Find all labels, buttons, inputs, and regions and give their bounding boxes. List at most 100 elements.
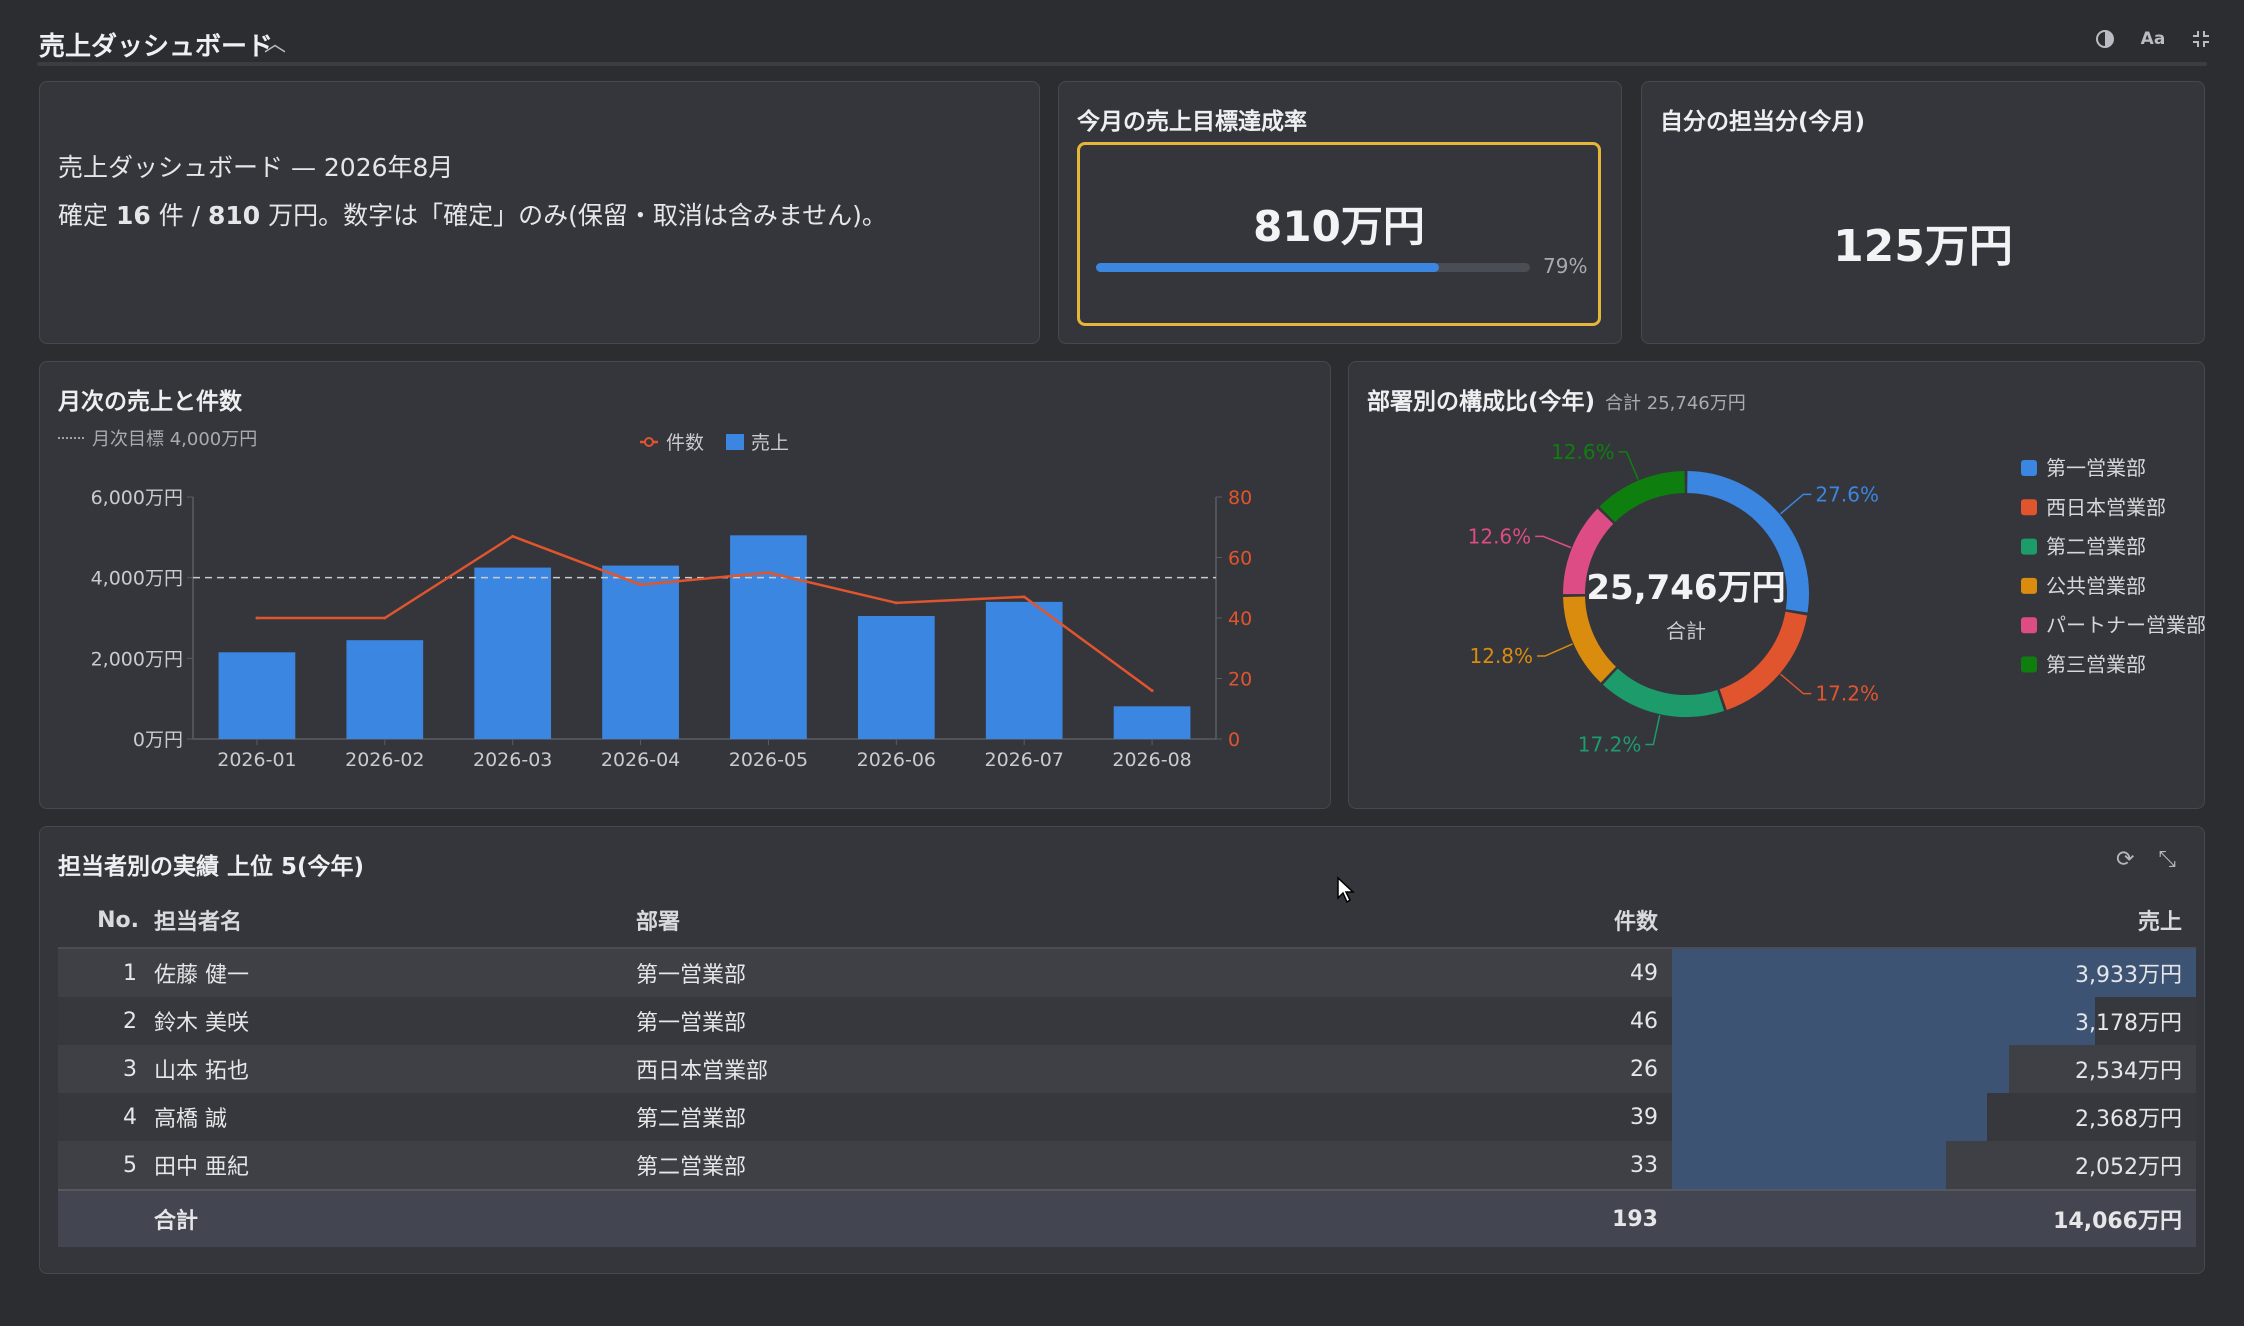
monthly-bar-line-chart: 0万円 2,000万円 4,000万円 6,000万円 0 20 40 60 80 2026-01… bbox=[91, 432, 1253, 771]
monthly-chart-card: 月次の売上と件数 月次目標 4,000万円 0万円 2,000万円 4,000万円 6… bbox=[39, 361, 1331, 809]
row-no: 2 bbox=[58, 997, 153, 1045]
col-dept[interactable]: 部署 bbox=[635, 893, 1237, 949]
y-left-tick-label: 4,000万円 bbox=[91, 568, 183, 590]
contrast-icon[interactable] bbox=[2092, 26, 2118, 52]
summary-prefix: 確定 bbox=[58, 201, 116, 230]
x-tick-label: 2026-06 bbox=[857, 749, 936, 771]
mouse-cursor-icon bbox=[1337, 876, 1355, 904]
total-dept-spacer bbox=[635, 1189, 1237, 1247]
font-size-icon[interactable]: Aa bbox=[2140, 26, 2166, 52]
department-share-subtitle: 合計 25,746万円 bbox=[1605, 393, 1746, 414]
donut-slice-label: 12.6% bbox=[1468, 524, 1532, 548]
chevron-up-icon[interactable]: ︿ bbox=[264, 26, 286, 58]
donut-leader-line bbox=[1535, 535, 1572, 549]
header-divider bbox=[37, 62, 2207, 66]
y-left-tick-label: 0万円 bbox=[133, 729, 183, 751]
count-point bbox=[383, 616, 387, 620]
my-share-card: 自分の担当分(今月) 125万円 bbox=[1641, 81, 2205, 344]
summary-note: 万円。数字は「確定」のみ(保留・取消は含みません)。 bbox=[260, 201, 887, 230]
target-value: 810万円 bbox=[1253, 202, 1425, 251]
summary-text: 確定 16 件 / 810 万円。数字は「確定」のみ(保留・取消は含みません)。 bbox=[58, 196, 887, 232]
row-name: 田中 亜紀 bbox=[153, 1141, 635, 1190]
sales-bar bbox=[730, 535, 807, 739]
row-count: 39 bbox=[1237, 1093, 1672, 1141]
row-sales: 2,534万円 bbox=[1672, 1045, 2196, 1093]
count-point bbox=[511, 534, 515, 538]
donut-slice bbox=[1719, 611, 1808, 711]
top-reps-card: 担当者別の実績 上位 5(今年) ⟳ ⤡ No. 担当者名 部署 件数 売上 1… bbox=[39, 826, 2205, 1274]
row-dept: 第一営業部 bbox=[635, 948, 1237, 997]
donut-leader-line bbox=[1537, 643, 1573, 657]
donut-center-value: 25,746万円 bbox=[1586, 568, 1785, 608]
collapse-screen-icon[interactable] bbox=[2188, 26, 2214, 52]
target-rate-title: 今月の売上目標達成率 bbox=[1077, 109, 1307, 135]
donut-leader-line bbox=[1780, 493, 1812, 515]
count-point bbox=[1150, 689, 1154, 693]
table-header-row: No. 担当者名 部署 件数 売上 bbox=[58, 893, 2196, 949]
summary-unit: 件 / bbox=[150, 201, 209, 230]
col-count[interactable]: 件数 bbox=[1237, 893, 1672, 949]
count-point bbox=[766, 571, 770, 575]
row-count: 49 bbox=[1237, 948, 1672, 997]
donut-leader-line bbox=[1645, 715, 1661, 746]
dotted-line-icon bbox=[58, 437, 84, 439]
row-dept: 第二営業部 bbox=[635, 1093, 1237, 1141]
table-row[interactable]: 5 田中 亜紀 第二営業部 33 2,052万円 bbox=[58, 1141, 2196, 1190]
legend-swatch bbox=[2021, 499, 2037, 516]
table-total-row: 合計 193 14,066万円 bbox=[58, 1189, 2196, 1247]
monthly-target-text: 月次目標 4,000万円 bbox=[92, 429, 258, 450]
donut-slice-label: 17.2% bbox=[1578, 732, 1642, 756]
summary-amount: 810 bbox=[208, 201, 261, 230]
count-point bbox=[639, 583, 643, 587]
target-percent: 79% bbox=[1543, 254, 1588, 278]
total-count: 193 bbox=[1237, 1189, 1672, 1247]
summary-title: 売上ダッシュボード — 2026年8月 bbox=[58, 153, 454, 182]
dashboard-title: 売上ダッシュボード bbox=[39, 32, 274, 62]
top-reps-table: No. 担当者名 部署 件数 売上 1 佐藤 健一 第一営業部 49 3,933万円 2 鈴… bbox=[58, 893, 2196, 1247]
my-share-value: 125万円 bbox=[1833, 221, 2013, 272]
department-share-title: 部署別の構成比(今年) 合計 25,746万円 bbox=[1367, 382, 1746, 416]
row-no: 5 bbox=[58, 1141, 153, 1190]
row-sales-value: 2,534万円 bbox=[2075, 1059, 2182, 1084]
donut-slice-label: 27.6% bbox=[1815, 482, 1879, 506]
department-share-card: 部署別の構成比(今年) 合計 25,746万円 27.6% 17.2% 17.2% 12… bbox=[1348, 361, 2206, 809]
table-row[interactable]: 1 佐藤 健一 第一営業部 49 3,933万円 bbox=[58, 948, 2196, 997]
legend-swatch bbox=[2021, 617, 2037, 634]
row-sales: 2,052万円 bbox=[1672, 1141, 2196, 1190]
legend-bar-swatch bbox=[726, 434, 744, 450]
legend-swatch bbox=[2021, 656, 2037, 673]
table-toolbar: ⟳ ⤡ bbox=[2116, 847, 2176, 872]
row-name: 鈴木 美咲 bbox=[153, 997, 635, 1045]
total-spacer bbox=[58, 1189, 153, 1247]
col-name[interactable]: 担当者名 bbox=[153, 893, 635, 949]
row-dept: 西日本営業部 bbox=[635, 1045, 1237, 1093]
table-row[interactable]: 2 鈴木 美咲 第一営業部 46 3,178万円 bbox=[58, 997, 2196, 1045]
sales-bar bbox=[602, 565, 679, 739]
donut-slice bbox=[1602, 668, 1725, 717]
x-tick-label: 2026-05 bbox=[729, 749, 808, 771]
table-row[interactable]: 3 山本 拓也 西日本営業部 26 2,534万円 bbox=[58, 1045, 2196, 1093]
count-point bbox=[894, 601, 898, 605]
legend-line-marker bbox=[644, 437, 654, 447]
sales-bar bbox=[346, 640, 424, 739]
x-tick-label: 2026-04 bbox=[601, 749, 680, 771]
legend-label: パートナー営業部 bbox=[2046, 613, 2206, 637]
row-name: 高橋 誠 bbox=[153, 1093, 635, 1141]
col-sales[interactable]: 売上 bbox=[1672, 893, 2196, 949]
total-sales: 14,066万円 bbox=[1672, 1189, 2196, 1247]
sales-bar bbox=[474, 567, 552, 739]
y-left-tick-label: 6,000万円 bbox=[91, 487, 183, 509]
row-sales-value: 2,052万円 bbox=[2075, 1155, 2182, 1180]
row-no: 1 bbox=[58, 948, 153, 997]
row-sales-value: 3,933万円 bbox=[2075, 963, 2182, 988]
table-row[interactable]: 4 高橋 誠第二営業部 39 2,368万円 bbox=[58, 1093, 2196, 1141]
donut-slice bbox=[1599, 471, 1686, 523]
row-no: 4 bbox=[58, 1093, 153, 1141]
row-sales: 2,368万円 bbox=[1672, 1093, 2196, 1141]
col-no[interactable]: No. bbox=[58, 893, 153, 949]
x-tick-label: 2026-01 bbox=[217, 749, 296, 771]
count-point bbox=[1022, 595, 1026, 599]
expand-icon[interactable]: ⤡ bbox=[2158, 847, 2176, 872]
refresh-icon[interactable]: ⟳ bbox=[2116, 847, 2134, 872]
sales-bar bbox=[857, 615, 935, 739]
